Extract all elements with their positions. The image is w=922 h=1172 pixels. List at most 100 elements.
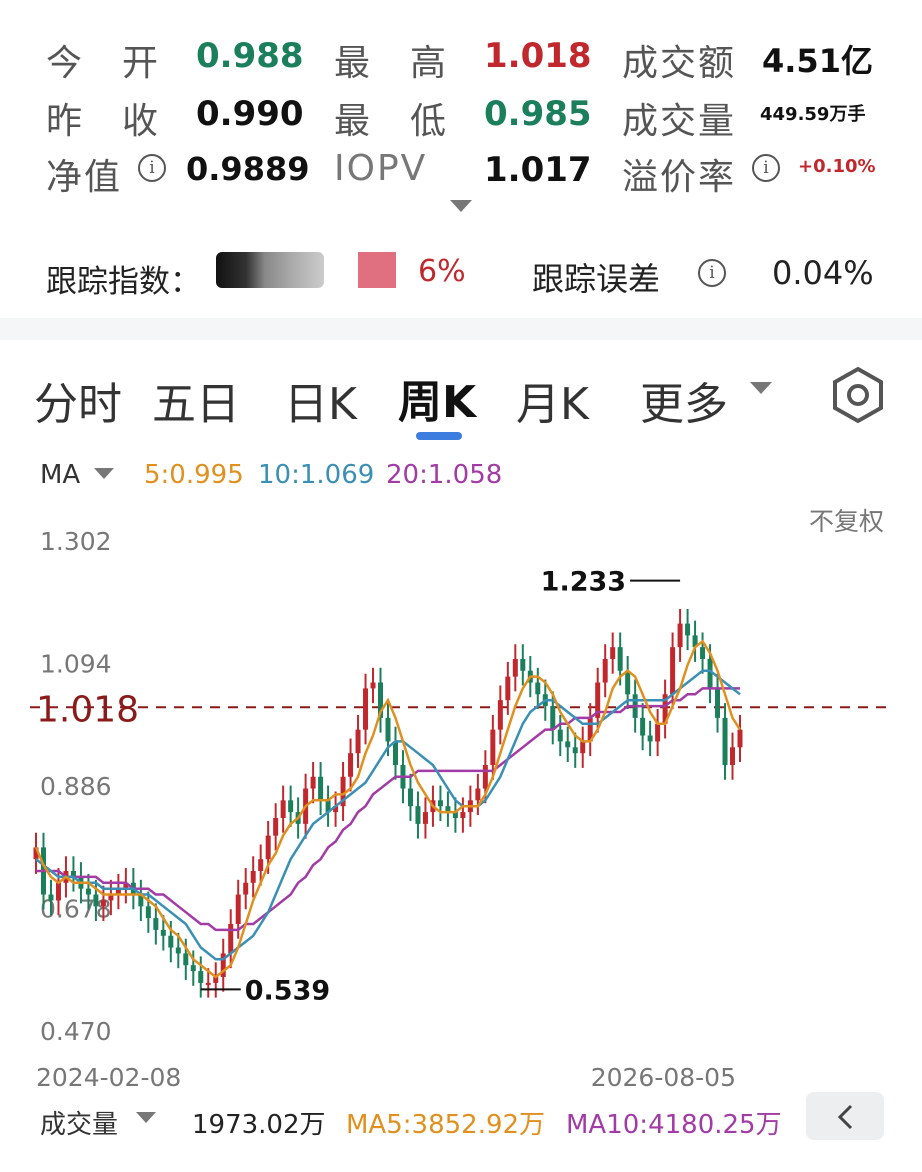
candle-body [460, 812, 466, 818]
candle-body [475, 788, 481, 801]
candle-body [565, 741, 571, 748]
iopv-value: 1.017 [484, 150, 592, 190]
candle-body [265, 835, 271, 860]
candle-body [243, 882, 249, 895]
candle-body [273, 817, 279, 836]
settings-hexagon-icon[interactable] [830, 366, 886, 424]
ma-label[interactable]: MA [40, 460, 80, 490]
iopv-label: IOPV [334, 148, 428, 189]
tab-weekly-k[interactable]: 周K [398, 366, 476, 430]
candle-body [655, 723, 661, 742]
premium-value: +0.10% [798, 156, 876, 177]
prev-close-label: 昨 收 [46, 101, 161, 142]
candle-body [205, 982, 211, 985]
candle-body [175, 947, 181, 954]
candle-body [55, 882, 61, 901]
high-value: 1.018 [484, 36, 592, 76]
tab-daily-k[interactable]: 日K [284, 368, 357, 432]
nav-info-icon[interactable]: i [138, 154, 166, 182]
candle-body [190, 965, 196, 972]
candle-body [183, 953, 189, 966]
tracking-error-label: 跟踪误差 [532, 260, 661, 298]
candle-body [700, 647, 706, 659]
turnover-value: 4.51亿 [762, 42, 873, 80]
low-marker-label: 0.539 [245, 975, 330, 1006]
candle-body [288, 800, 294, 813]
turnover-label: 成交额 [622, 43, 737, 84]
candle-body [422, 812, 428, 824]
volume-label: 成交量 [622, 101, 737, 142]
candle-body [722, 717, 728, 765]
candle-body [160, 929, 166, 936]
candle-body [85, 888, 91, 895]
tab-five-day[interactable]: 五日 [152, 368, 240, 432]
candle-body [505, 676, 511, 701]
candle-body [535, 682, 541, 695]
candle-body [348, 753, 354, 777]
volume-ma10: MA10:4180.25万 [566, 1110, 782, 1140]
tracking-index-name-redacted [216, 252, 324, 288]
active-tab-indicator [416, 432, 462, 440]
candle-body [715, 688, 721, 718]
candle-body [145, 906, 151, 919]
ma-triangle-down-icon[interactable] [94, 468, 114, 480]
candle-body [310, 776, 316, 789]
candle-body [670, 647, 676, 695]
candle-body [497, 700, 503, 730]
tracking-index-pct: 6% [418, 254, 466, 289]
candle-body [168, 935, 174, 948]
current-price-label: 1.018 [36, 689, 139, 730]
tracking-index-label: 跟踪指数： [46, 264, 201, 300]
volume-triangle-down-icon[interactable] [136, 1112, 156, 1124]
candle-body [737, 729, 743, 748]
prev-close-value: 0.990 [196, 94, 304, 134]
section-divider [0, 318, 922, 340]
expand-triangle-down-icon[interactable] [450, 200, 472, 214]
y-tick-label: 1.302 [40, 527, 112, 556]
candle-body [482, 764, 488, 789]
weekly-k-chart[interactable]: 1.3021.0940.8860.6780.470不复权1.0181.2330.… [0, 490, 922, 1090]
candle-body [153, 918, 159, 930]
premium-info-icon[interactable]: i [752, 154, 780, 182]
volume-footer-value: 1973.02万 [192, 1110, 326, 1140]
candle-body [617, 647, 623, 671]
candle-body [100, 900, 106, 907]
candle-body [610, 647, 616, 659]
y-tick-label: 1.094 [40, 650, 112, 679]
open-label: 今 开 [46, 43, 161, 84]
candle-body [415, 806, 421, 824]
candle-body [685, 623, 691, 636]
tab-intraday[interactable]: 分时 [34, 368, 122, 432]
open-value: 0.988 [196, 36, 304, 76]
ma20-legend: 20:1.058 [386, 460, 503, 490]
low-value: 0.985 [484, 94, 592, 134]
y-tick-label: 0.470 [40, 1017, 112, 1046]
volume-ma5: MA5:3852.92万 [346, 1110, 546, 1140]
tracking-error-info-icon[interactable]: i [698, 259, 726, 287]
low-label: 最 低 [334, 101, 449, 142]
tracking-error-value: 0.04% [772, 254, 874, 292]
x-end-label: 2026-08-05 [591, 1063, 736, 1090]
high-marker-label: 1.233 [541, 567, 626, 598]
candle-body [557, 729, 563, 742]
candle-body [385, 717, 391, 742]
volume-footer-label[interactable]: 成交量 [40, 1104, 118, 1141]
tab-monthly-k[interactable]: 月K [516, 368, 589, 432]
tab-more[interactable]: 更多 [640, 368, 728, 432]
high-label: 最 高 [334, 43, 449, 84]
candle-body [235, 894, 241, 924]
candle-body [437, 800, 443, 807]
nav-label: 净值 [46, 157, 123, 198]
candle-body [730, 747, 736, 765]
candle-body [250, 870, 256, 883]
more-triangle-down-icon[interactable] [750, 382, 772, 396]
x-start-label: 2024-02-08 [36, 1063, 181, 1090]
tracking-index-color-swatch [358, 252, 396, 288]
candle-body [407, 788, 413, 807]
back-button[interactable] [806, 1092, 884, 1140]
candle-body [370, 682, 376, 689]
candle-body [572, 747, 578, 754]
chevron-left-icon [837, 1104, 853, 1130]
candle-body [228, 923, 234, 954]
nav-value: 0.9889 [186, 150, 310, 188]
